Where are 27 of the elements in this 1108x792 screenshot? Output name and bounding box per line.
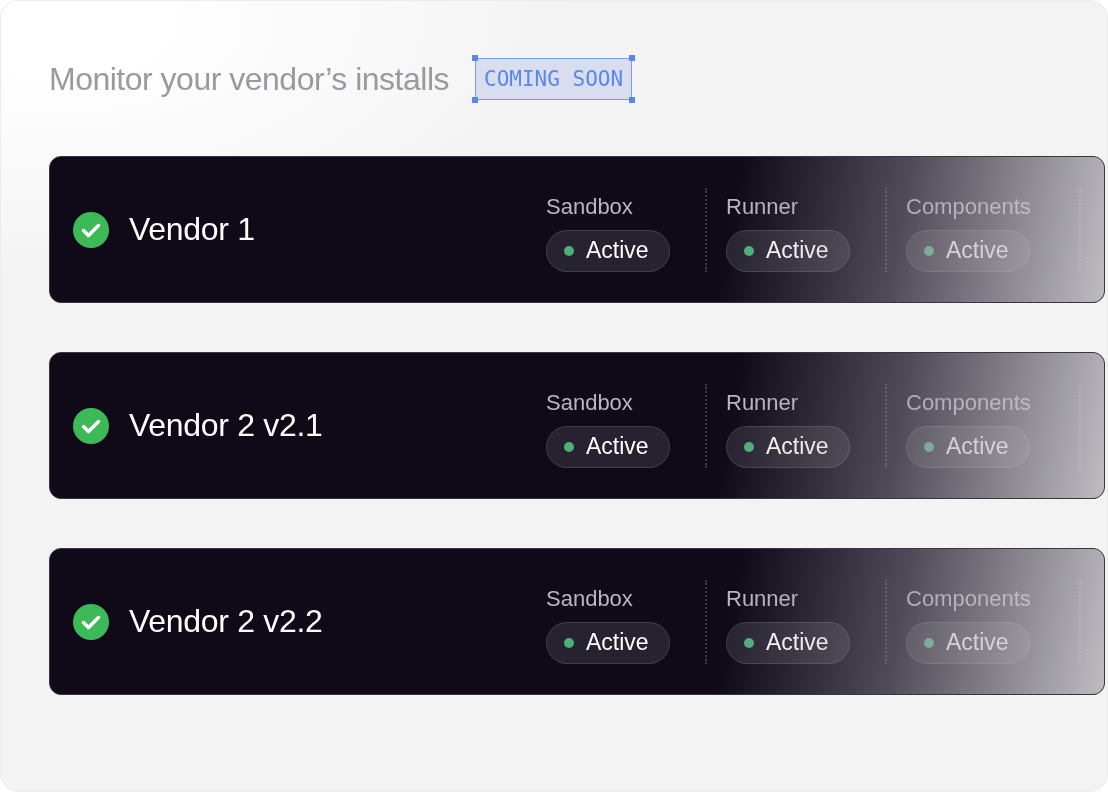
status-dot-icon	[924, 637, 934, 648]
check-circle-icon	[73, 407, 109, 444]
check-circle-icon	[73, 603, 109, 640]
resize-handle[interactable]	[629, 97, 636, 103]
coming-soon-badge: COMING SOON	[475, 58, 633, 100]
service-label: Sandbox	[546, 389, 633, 416]
resize-handle[interactable]	[472, 55, 478, 61]
vendor-name: Vendor 1	[129, 211, 255, 248]
status-dot-icon	[744, 245, 754, 256]
resize-handle[interactable]	[629, 55, 636, 61]
section-heading: Monitor your vendor’s installs	[49, 60, 449, 98]
status-dot-icon	[924, 245, 934, 256]
status-dot-icon	[924, 441, 934, 452]
service-label: Sandbox	[546, 585, 633, 612]
service-label: Runner	[726, 193, 799, 220]
status-dot-icon	[564, 637, 574, 648]
status-dot-icon	[564, 245, 574, 256]
vendor-name: Vendor 2 v2.1	[129, 407, 323, 444]
check-circle-icon	[73, 211, 109, 248]
resize-handle[interactable]	[472, 97, 478, 103]
status-dot-icon	[744, 441, 754, 452]
service-label: Runner	[726, 389, 799, 416]
status-dot-icon	[744, 637, 754, 648]
service-label: Runner	[726, 585, 799, 612]
status-dot-icon	[564, 441, 574, 452]
service-label: Sandbox	[546, 193, 633, 220]
vendor-name: Vendor 2 v2.2	[129, 603, 323, 640]
